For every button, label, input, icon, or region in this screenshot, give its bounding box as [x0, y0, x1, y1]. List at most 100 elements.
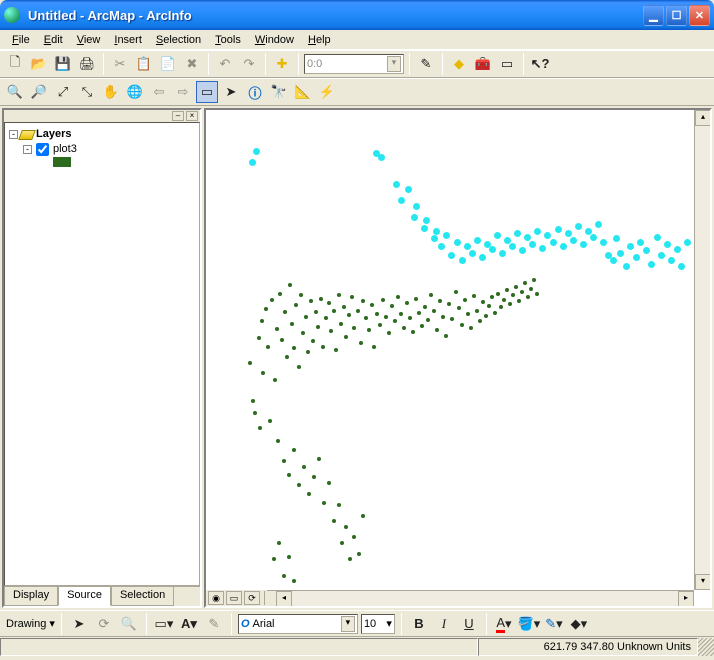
pan-button[interactable]: ✋	[100, 81, 122, 103]
data-point	[266, 345, 270, 349]
underline-button[interactable]: U	[458, 613, 480, 635]
scale-combo[interactable]: 0:0 ▾	[304, 54, 404, 74]
arctoolbox-button[interactable]: 🧰	[472, 53, 494, 75]
minimize-button[interactable]: ▁	[643, 5, 664, 26]
data-point	[314, 310, 318, 314]
arccatalog-button[interactable]: ◆	[448, 53, 470, 75]
font-combo[interactable]: O Arial ▾	[238, 614, 358, 634]
data-point	[514, 230, 521, 237]
data-point	[287, 555, 291, 559]
expand-plot3-icon[interactable]: -	[23, 145, 32, 154]
full-extent-button[interactable]: 🌐	[124, 81, 146, 103]
menu-view[interactable]: View	[71, 32, 107, 48]
menu-window[interactable]: Window	[249, 32, 300, 48]
data-point	[457, 306, 461, 310]
data-point	[466, 312, 470, 316]
data-point	[348, 557, 352, 561]
data-point	[307, 492, 311, 496]
zoom-out-button[interactable]: 🔎	[28, 81, 50, 103]
data-point	[253, 411, 257, 415]
font-size-combo[interactable]: 10 ▾	[361, 614, 395, 634]
data-point	[441, 315, 445, 319]
data-point	[292, 579, 296, 583]
toc-close-button[interactable]: ×	[186, 111, 198, 121]
scroll-right-icon[interactable]: ▸	[678, 591, 694, 607]
select-features-button[interactable]: ▭	[196, 81, 218, 103]
menu-file[interactable]: File	[6, 32, 36, 48]
new-text-button[interactable]: A▾	[178, 613, 200, 635]
zoom-to-selected-button[interactable]: 🔍	[118, 613, 140, 635]
fixed-zoom-out-button[interactable]: ⤡	[76, 81, 98, 103]
select-elements-arrow[interactable]: ➤	[68, 613, 90, 635]
layer-plot3-checkbox[interactable]	[36, 143, 49, 156]
refresh-view-button[interactable]: ⟳	[244, 591, 260, 605]
new-rectangle-button[interactable]: ▭▾	[153, 613, 175, 635]
identify-button[interactable]: ⓘ	[244, 81, 266, 103]
data-point	[337, 293, 341, 297]
zoom-in-button[interactable]: 🔍	[4, 81, 26, 103]
menu-tools[interactable]: Tools	[209, 32, 247, 48]
menu-edit[interactable]: Edit	[38, 32, 69, 48]
next-extent-button[interactable]: ⇨	[172, 81, 194, 103]
print-button[interactable]: 🖨	[76, 53, 98, 75]
open-button[interactable]: 📂	[28, 53, 50, 75]
toc-pin-button[interactable]: –	[172, 111, 184, 121]
edit-vertices-button[interactable]: ✎	[203, 613, 225, 635]
whats-this-button[interactable]: ↖?	[529, 53, 551, 75]
expand-layers-icon[interactable]: -	[9, 130, 18, 139]
font-size-dropdown-icon[interactable]: ▾	[386, 617, 392, 630]
toc-tab-source[interactable]: Source	[58, 587, 111, 606]
editor-toolbar-button[interactable]: ✎	[415, 53, 437, 75]
prev-extent-button[interactable]: ⇦	[148, 81, 170, 103]
command-line-button[interactable]: ▭	[496, 53, 518, 75]
select-elements-button[interactable]: ➤	[220, 81, 242, 103]
fixed-zoom-in-button[interactable]: ⤢	[52, 81, 74, 103]
layout-view-tab[interactable]: ▭	[226, 591, 242, 605]
scroll-down-icon[interactable]: ▾	[695, 574, 711, 590]
save-button[interactable]: 💾	[52, 53, 74, 75]
scroll-left-icon[interactable]: ◂	[276, 591, 292, 607]
data-point	[411, 214, 418, 221]
data-view-tab[interactable]: ◉	[208, 591, 224, 605]
copy-button[interactable]: 📋	[133, 53, 155, 75]
data-point	[302, 465, 306, 469]
line-color-button[interactable]: ✎▾	[543, 613, 565, 635]
font-color-button[interactable]: A▾	[493, 613, 515, 635]
data-point	[517, 299, 521, 303]
toc-tree[interactable]: - Layers - plot3	[4, 122, 200, 586]
menu-selection[interactable]: Selection	[150, 32, 207, 48]
data-point	[352, 535, 356, 539]
font-dropdown-icon[interactable]: ▾	[341, 616, 355, 632]
maximize-button[interactable]: ☐	[666, 5, 687, 26]
find-button[interactable]: 🔭	[268, 81, 290, 103]
data-point	[297, 365, 301, 369]
resize-grip[interactable]	[698, 638, 714, 656]
data-point	[342, 305, 346, 309]
map-view[interactable]: ▴ ▾ ◉ ▭ ⟳ ◂ ▸	[204, 108, 712, 608]
undo-button[interactable]: ↶	[214, 53, 236, 75]
bold-button[interactable]: B	[408, 613, 430, 635]
toc-tab-display[interactable]: Display	[4, 587, 58, 606]
fill-color-button[interactable]: 🪣▾	[518, 613, 540, 635]
delete-button[interactable]: ✖	[181, 53, 203, 75]
layer-plot3-label[interactable]: plot3	[53, 142, 77, 157]
scale-dropdown-icon[interactable]: ▾	[387, 56, 401, 72]
close-button[interactable]: ✕	[689, 5, 710, 26]
hyperlink-button[interactable]: ⚡	[316, 81, 338, 103]
measure-button[interactable]: 📐	[292, 81, 314, 103]
italic-button[interactable]: I	[433, 613, 455, 635]
data-point	[479, 254, 486, 261]
new-button[interactable]: 🗋	[4, 53, 26, 75]
menu-insert[interactable]: Insert	[108, 32, 148, 48]
paste-button[interactable]: 📄	[157, 53, 179, 75]
marker-color-button[interactable]: ◆▾	[568, 613, 590, 635]
vertical-scrollbar[interactable]: ▴ ▾	[694, 110, 710, 590]
redo-button[interactable]: ↷	[238, 53, 260, 75]
data-point	[433, 228, 440, 235]
cut-button[interactable]: ✂	[109, 53, 131, 75]
rotate-button[interactable]: ⟳	[93, 613, 115, 635]
scroll-up-icon[interactable]: ▴	[695, 110, 711, 126]
menu-help[interactable]: Help	[302, 32, 337, 48]
toc-tab-selection[interactable]: Selection	[111, 587, 174, 606]
add-data-button[interactable]: ✚	[271, 53, 293, 75]
